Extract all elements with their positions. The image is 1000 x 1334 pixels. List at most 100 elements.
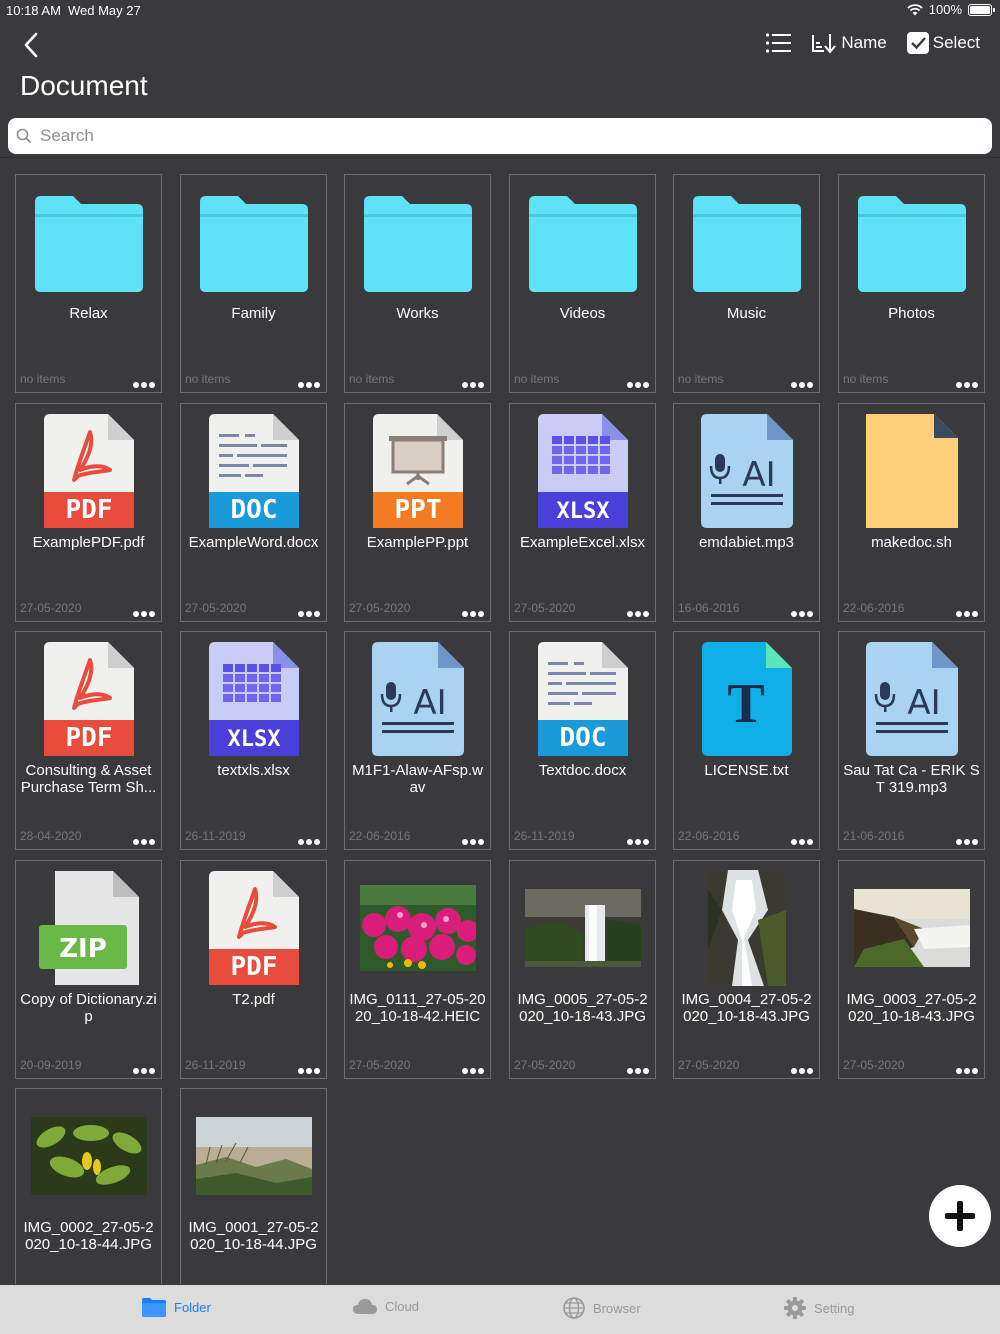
ellipsis-icon	[956, 839, 978, 845]
item-meta: no items	[20, 372, 66, 386]
more-options-button[interactable]	[462, 611, 484, 617]
more-options-button[interactable]	[298, 1068, 320, 1074]
item-thumbnail	[181, 183, 326, 301]
file-item[interactable]: AI Sau Tat Ca - ERIK ST 319.mp3 21-06-201…	[838, 631, 985, 850]
audio-file-icon: AI	[371, 642, 464, 756]
status-time: 10:18 AM	[6, 3, 61, 18]
audio-file-icon: AI	[865, 642, 958, 756]
more-options-button[interactable]	[791, 611, 813, 617]
file-item[interactable]: IMG_0003_27-05-2020_10-18-43.JPG 27-05-20…	[838, 860, 985, 1079]
tab-folder[interactable]: Folder	[142, 1297, 211, 1317]
ellipsis-icon	[298, 382, 320, 388]
more-options-button[interactable]	[956, 611, 978, 617]
more-options-button[interactable]	[462, 382, 484, 388]
file-item[interactable]: AI emdabiet.mp3 16-06-2016	[673, 403, 820, 622]
ellipsis-icon	[462, 611, 484, 617]
photo-thumbnail	[195, 1117, 312, 1195]
item-thumbnail	[674, 869, 819, 987]
folder-icon	[528, 196, 637, 292]
cloud-icon	[353, 1299, 377, 1314]
more-options-button[interactable]	[462, 839, 484, 845]
item-thumbnail	[181, 1097, 326, 1215]
item-name: makedoc.sh	[871, 534, 952, 551]
folder-item[interactable]: Works no items	[344, 174, 491, 393]
more-options-button[interactable]	[627, 839, 649, 845]
more-options-button[interactable]	[627, 611, 649, 617]
more-options-button[interactable]	[298, 382, 320, 388]
back-button[interactable]	[18, 30, 48, 60]
item-meta: no items	[349, 372, 395, 386]
tab-setting[interactable]: Setting	[784, 1297, 854, 1319]
item-name: Music	[726, 305, 767, 322]
tab-browser[interactable]: Browser	[563, 1297, 641, 1319]
file-item[interactable]: PPT ExamplePP.ppt 27-05-2020	[344, 403, 491, 622]
more-options-button[interactable]	[956, 839, 978, 845]
tab-cloud-label: Cloud	[385, 1298, 419, 1314]
item-thumbnail	[839, 412, 984, 530]
file-item[interactable]: XLSX ExampleExcel.xlsx 27-05-2020	[509, 403, 656, 622]
file-item[interactable]: XLSX textxls.xlsx 26-11-2019	[180, 631, 327, 850]
file-item[interactable]: PDF T2.pdf 26-11-2019	[180, 860, 327, 1079]
shell-script-icon	[865, 414, 958, 528]
item-meta: no items	[185, 372, 231, 386]
item-meta: no items	[678, 372, 724, 386]
search-input[interactable]	[40, 126, 940, 146]
zip-file-icon: ZIP	[38, 871, 139, 985]
item-thumbnail: AI	[345, 640, 490, 758]
folder-icon	[199, 196, 308, 292]
more-options-button[interactable]	[298, 611, 320, 617]
more-options-button[interactable]	[298, 839, 320, 845]
globe-icon	[563, 1297, 585, 1319]
more-options-button[interactable]	[791, 382, 813, 388]
more-options-button[interactable]	[956, 1068, 978, 1074]
ellipsis-icon	[627, 382, 649, 388]
add-button[interactable]	[929, 1185, 991, 1247]
folder-item[interactable]: Music no items	[673, 174, 820, 393]
folder-item[interactable]: Relax no items	[15, 174, 162, 393]
more-options-button[interactable]	[133, 382, 155, 388]
svg-text:XLSX: XLSX	[227, 727, 280, 752]
file-item[interactable]: IMG_0004_27-05-2020_10-18-43.JPG 27-05-20…	[673, 860, 820, 1079]
file-item[interactable]: PDF Consulting & Asset Purchase Term Sh.…	[15, 631, 162, 850]
ellipsis-icon	[133, 1068, 155, 1074]
more-options-button[interactable]	[956, 382, 978, 388]
file-item[interactable]: ZIP Copy of Dictionary.zip 20-09-2019	[15, 860, 162, 1079]
sort-button[interactable]: Name	[811, 32, 887, 54]
ellipsis-icon	[133, 839, 155, 845]
item-meta: 27-05-2020	[843, 1058, 905, 1072]
more-options-button[interactable]	[462, 1068, 484, 1074]
file-item[interactable]: IMG_0111_27-05-2020_10-18-42.HEIC 27-05-2…	[344, 860, 491, 1079]
file-item[interactable]: DOC ExampleWord.docx 27-05-2020	[180, 403, 327, 622]
file-item[interactable]: makedoc.sh 22-06-2016	[838, 403, 985, 622]
more-options-button[interactable]	[791, 839, 813, 845]
folder-item[interactable]: Videos no items	[509, 174, 656, 393]
file-item[interactable]: DOC Textdoc.docx 26-11-2019	[509, 631, 656, 850]
file-item[interactable]: T LICENSE.txt 22-06-2016	[673, 631, 820, 850]
ellipsis-icon	[956, 1068, 978, 1074]
file-item[interactable]: IMG_0001_27-05-2020_10-18-44.JPG	[180, 1088, 327, 1284]
checkbox-icon	[906, 32, 929, 54]
more-options-button[interactable]	[133, 1068, 155, 1074]
more-options-button[interactable]	[133, 611, 155, 617]
folder-icon	[142, 1298, 166, 1317]
ellipsis-icon	[791, 382, 813, 388]
item-thumbnail: XLSX	[181, 640, 326, 758]
text-file-icon: T	[701, 642, 792, 756]
more-options-button[interactable]	[133, 839, 155, 845]
more-options-button[interactable]	[791, 1068, 813, 1074]
folder-item[interactable]: Family no items	[180, 174, 327, 393]
file-item[interactable]: PDF ExamplePDF.pdf 27-05-2020	[15, 403, 162, 622]
list-view-button[interactable]	[765, 32, 792, 54]
tab-cloud[interactable]: Cloud	[353, 1297, 419, 1315]
file-item[interactable]: IMG_0002_27-05-2020_10-18-44.JPG	[15, 1088, 162, 1284]
ellipsis-icon	[627, 839, 649, 845]
more-options-button[interactable]	[627, 382, 649, 388]
item-thumbnail	[16, 1097, 161, 1215]
search-bar[interactable]	[8, 118, 992, 154]
item-name: IMG_0001_27-05-2020_10-18-44.JPG	[188, 1219, 319, 1253]
more-options-button[interactable]	[627, 1068, 649, 1074]
select-button[interactable]: Select	[906, 32, 980, 54]
folder-item[interactable]: Photos no items	[838, 174, 985, 393]
file-item[interactable]: IMG_0005_27-05-2020_10-18-43.JPG 27-05-20…	[509, 860, 656, 1079]
file-item[interactable]: AI M1F1-Alaw-AFsp.wav 22-06-2016	[344, 631, 491, 850]
